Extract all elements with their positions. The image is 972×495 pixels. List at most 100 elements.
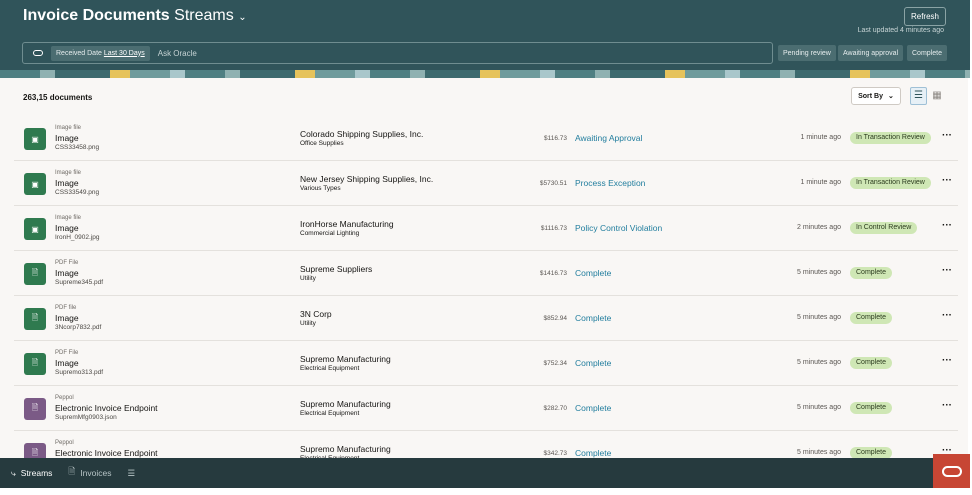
nav-invoices-label: Invoices <box>80 468 112 478</box>
chip-label: Received Date <box>56 49 102 57</box>
sort-by-button[interactable]: Sort By ⌄ <box>851 87 901 105</box>
quick-filter-awaiting-approval[interactable]: Awaiting approval <box>838 45 904 61</box>
document-file-icon: 🗎 <box>24 353 46 375</box>
table-row[interactable]: ▣ Image file Image IronH_0902.jpg IronHo… <box>14 206 958 251</box>
document-kind: Image <box>55 133 79 143</box>
status-badge: Complete <box>850 357 892 369</box>
status-link[interactable]: Complete <box>575 268 611 278</box>
table-row[interactable]: 🗎 Peppol Electronic Invoice Endpoint Sup… <box>14 386 958 431</box>
more-actions-icon[interactable]: ··· <box>942 220 952 231</box>
quick-filter-pending-review[interactable]: Pending review <box>778 45 836 61</box>
table-row[interactable]: ▣ Image file Image CSS33458.png Colorado… <box>14 116 958 161</box>
decorative-banner <box>0 70 970 78</box>
chevron-down-icon[interactable]: ⌄ <box>238 12 246 23</box>
more-actions-icon[interactable]: ··· <box>942 175 952 186</box>
table-view-icon[interactable]: ▦ <box>929 87 945 105</box>
table-row[interactable]: 🗎 PDF File Image Supremo313.pdf Supremo … <box>14 341 958 386</box>
filters-icon[interactable]: ☰ <box>127 468 135 479</box>
last-updated: Last updated 4 minutes ago <box>857 27 944 34</box>
filter-chip-received-date[interactable]: Received Date Last 30 Days <box>51 45 150 61</box>
timestamp: 1 minute ago <box>800 134 841 141</box>
status-badge: Complete <box>850 447 892 458</box>
vendor-name: IronHorse Manufacturing <box>300 219 394 229</box>
timestamp: 1 minute ago <box>800 179 841 186</box>
timestamp: 5 minutes ago <box>797 359 841 366</box>
status-link[interactable]: Complete <box>575 448 611 458</box>
vendor-category: Various Types <box>300 185 341 192</box>
document-kind: Electronic Invoice Endpoint <box>55 403 158 413</box>
document-file-icon: 🗎 <box>24 443 46 458</box>
table-row[interactable]: 🗎 Peppol Electronic Invoice Endpoint Sup… <box>14 431 958 458</box>
amount: $1116.73 <box>540 225 567 232</box>
table-row[interactable]: 🗎 PDF File Image Supreme345.pdf Supreme … <box>14 251 958 296</box>
stream-selector[interactable]: Streams <box>174 7 234 24</box>
document-file-icon: 🗎 <box>24 263 46 285</box>
vendor-category: Electrical Equipment <box>300 365 360 372</box>
file-type: PDF File <box>55 260 79 266</box>
table-row[interactable]: 🗎 PDF file Image 3Ncorp7832.pdf 3N Corp … <box>14 296 958 341</box>
amount: $752.34 <box>543 360 568 367</box>
more-actions-icon[interactable]: ··· <box>942 310 952 321</box>
status-badge: Complete <box>850 312 892 324</box>
title-bold: Invoice Documents <box>23 7 170 24</box>
vendor-category: Utility <box>300 275 316 282</box>
file-type: PDF file <box>55 305 77 311</box>
amount: $5730.51 <box>539 180 567 187</box>
more-actions-icon[interactable]: ··· <box>942 265 952 276</box>
amount: $116.73 <box>543 135 567 142</box>
vendor-name: Supremo Manufacturing <box>300 399 391 409</box>
oracle-assistant-button[interactable] <box>933 454 970 488</box>
nav-streams[interactable]: ⤷ Streams <box>11 468 52 479</box>
timestamp: 2 minutes ago <box>797 224 841 231</box>
status-link[interactable]: Awaiting Approval <box>575 133 642 143</box>
table-row[interactable]: ▣ Image file Image CSS33549.png New Jers… <box>14 161 958 206</box>
more-actions-icon[interactable]: ··· <box>942 355 952 366</box>
list-view-icon[interactable]: ☰ <box>910 87 927 105</box>
document-kind: Image <box>55 358 79 368</box>
nav-invoices[interactable]: 🗎 Invoices <box>68 466 111 480</box>
status-link[interactable]: Complete <box>575 403 611 413</box>
document-file-icon: 🗎 <box>24 308 46 330</box>
vendor-name: New Jersey Shipping Supplies, Inc. <box>300 174 434 184</box>
file-type: Peppol <box>55 440 74 446</box>
status-badge: Complete <box>850 402 892 414</box>
streams-icon: ⤷ <box>11 467 16 478</box>
document-kind: Electronic Invoice Endpoint <box>55 448 158 458</box>
more-actions-icon[interactable]: ··· <box>942 400 952 411</box>
chevron-down-icon: ⌄ <box>888 93 894 100</box>
document-file-icon: 🗎 <box>24 398 46 420</box>
page-title[interactable]: Invoice Documents Streams ⌄ <box>23 7 247 25</box>
nav-streams-label: Streams <box>20 468 53 478</box>
status-badge: In Control Review <box>850 222 918 234</box>
status-link[interactable]: Process Exception <box>575 178 645 188</box>
vendor-name: Supremo Manufacturing <box>300 354 391 364</box>
timestamp: 5 minutes ago <box>797 449 841 456</box>
more-actions-icon[interactable]: ··· <box>942 130 952 141</box>
refresh-button[interactable]: Refresh <box>904 7 946 26</box>
vendor-name: Colorado Shipping Supplies, Inc. <box>300 129 424 139</box>
vendor-category: Utility <box>300 320 316 327</box>
invoices-icon: 🗎 <box>68 466 76 476</box>
file-name: IronH_0902.jpg <box>55 234 100 241</box>
vendor-category: Commercial Lighting <box>300 230 360 237</box>
sort-label: Sort By <box>858 92 884 100</box>
chip-value[interactable]: Last 30 Days <box>104 50 145 57</box>
document-count: 263,15 documents <box>23 93 93 102</box>
file-type: PDF File <box>55 350 79 356</box>
file-name: CSS33458.png <box>55 144 100 151</box>
document-kind: Image <box>55 223 79 233</box>
vendor-name: Supremo Manufacturing <box>300 444 391 454</box>
status-link[interactable]: Complete <box>575 313 611 323</box>
quick-filter-complete[interactable]: Complete <box>907 45 947 61</box>
file-name: 3Ncorp7832.pdf <box>55 324 102 331</box>
status-link[interactable]: Policy Control Violation <box>575 223 662 233</box>
amount: $342.73 <box>543 450 568 457</box>
amount: $1416.73 <box>539 270 567 277</box>
status-link[interactable]: Complete <box>575 358 611 368</box>
status-badge: Complete <box>850 267 892 279</box>
header: Invoice Documents Streams ⌄ Refresh Last… <box>0 0 970 78</box>
search-input[interactable]: Ask Oracle <box>158 49 197 58</box>
document-kind: Image <box>55 268 79 278</box>
image-file-icon: ▣ <box>24 218 46 240</box>
search-bar[interactable]: Received Date Last 30 Days Ask Oracle <box>22 42 773 64</box>
